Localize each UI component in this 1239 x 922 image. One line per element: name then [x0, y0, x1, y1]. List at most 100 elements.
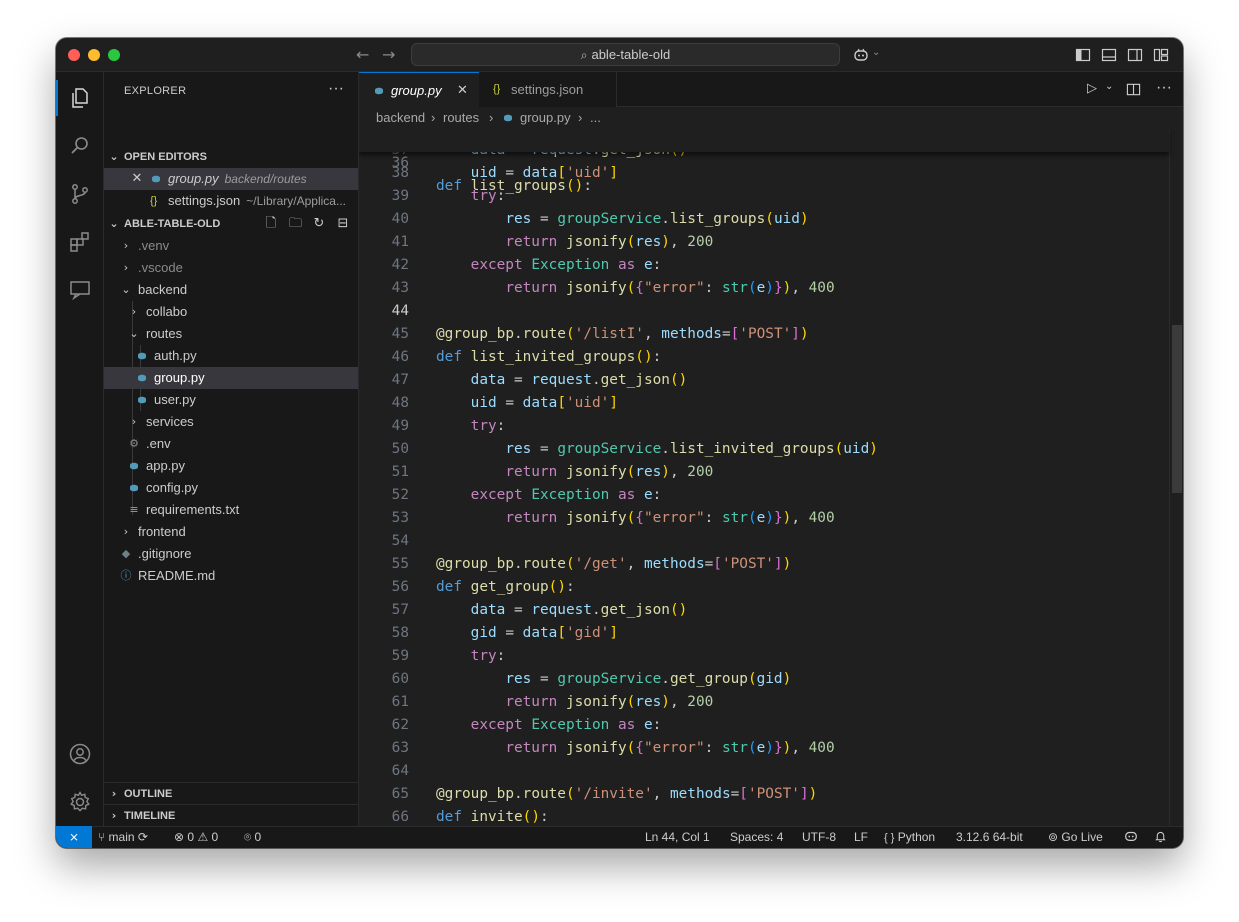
tree-item-gitignore[interactable]: ◆ .gitignore — [104, 543, 358, 565]
tree-item-group-py[interactable]: group.py — [104, 367, 358, 389]
indentation-status[interactable]: Spaces: 4 — [730, 827, 783, 848]
tree-item-collabo[interactable]: › collabo — [104, 301, 358, 323]
collapse-all-icon[interactable]: ⊟ — [337, 213, 349, 235]
code-line[interactable]: 55 @group_bp.route('/get', methods=['POST… — [359, 553, 1169, 576]
manage-gear-icon[interactable] — [68, 790, 92, 814]
branch-status[interactable]: ⑂ main ⟳ — [98, 827, 148, 848]
extensions-icon[interactable] — [68, 230, 92, 254]
tree-item-user-py[interactable]: user.py — [104, 389, 358, 411]
tree-item-readme-md[interactable]: ⓘ README.md — [104, 565, 358, 587]
code-line[interactable]: 47 data = request.get_json() — [359, 369, 1169, 392]
code-line[interactable]: 42 except Exception as e: — [359, 254, 1169, 277]
code-line[interactable]: 46 def list_invited_groups(): — [359, 346, 1169, 369]
tree-item-backend[interactable]: ⌄ backend — [104, 279, 358, 301]
customize-layout-icon[interactable] — [1153, 47, 1169, 63]
code-line[interactable]: 64 — [359, 760, 1169, 783]
code-line[interactable]: 66 def invite(): — [359, 806, 1169, 826]
code-line[interactable]: 48 uid = data['uid'] — [359, 392, 1169, 415]
code-line[interactable]: 65 @group_bp.route('/invite', methods=['P… — [359, 783, 1169, 806]
code-line[interactable]: 58 gid = data['gid'] — [359, 622, 1169, 645]
code-line[interactable]: 59 try: — [359, 645, 1169, 668]
new-file-icon[interactable]: 🗋 — [265, 213, 277, 235]
timeline-section-header[interactable]: › TIMELINE — [104, 804, 358, 827]
code-line[interactable]: 56 def get_group(): — [359, 576, 1169, 599]
tree-item-services[interactable]: › services — [104, 411, 358, 433]
code-line[interactable]: 54 — [359, 530, 1169, 553]
outline-section-header[interactable]: › OUTLINE — [104, 782, 358, 805]
tab-group-py[interactable]: group.py ✕ — [359, 72, 479, 107]
breadcrumb-symbol[interactable]: ... — [590, 107, 601, 129]
editor-more-actions-icon[interactable]: ··· — [1156, 79, 1172, 97]
sticky-scroll-line[interactable]: 36 def list_groups(): — [359, 129, 1169, 194]
tree-item-routes[interactable]: ⌄ routes — [104, 323, 358, 345]
remote-indicator-icon[interactable]: ⨯ — [56, 826, 92, 848]
tree-item-venv[interactable]: › .venv — [104, 235, 358, 257]
code-line[interactable]: 41 return jsonify(res), 200 — [359, 231, 1169, 254]
copilot-dropdown-chevron-icon[interactable]: ⌄ — [872, 47, 880, 58]
editor-vertical-scrollbar[interactable] — [1169, 129, 1183, 826]
code-line[interactable]: 52 except Exception as e: — [359, 484, 1169, 507]
breadcrumb-backend[interactable]: backend — [376, 107, 425, 129]
code-line[interactable]: 60 res = groupService.get_group(gid) — [359, 668, 1169, 691]
tab-settings-json[interactable]: {} settings.json — [479, 72, 617, 107]
tree-item-vscode[interactable]: › .vscode — [104, 257, 358, 279]
code-line[interactable]: 61 return jsonify(res), 200 — [359, 691, 1169, 714]
encoding-status[interactable]: UTF-8 — [802, 827, 836, 848]
code-line[interactable]: 50 res = groupService.list_invited_group… — [359, 438, 1169, 461]
code-line[interactable]: 57 data = request.get_json() — [359, 599, 1169, 622]
code-editor[interactable]: 36 def list_groups(): 37 data = request.… — [359, 129, 1183, 826]
command-center-search[interactable]: ⌕ able-table-old — [411, 43, 840, 66]
split-editor-icon[interactable] — [1126, 82, 1141, 97]
code-line[interactable]: 43 return jsonify({"error": str(e)}), 40… — [359, 277, 1169, 300]
more-actions-icon[interactable]: ··· — [328, 80, 344, 98]
minimize-window-button[interactable] — [88, 49, 100, 61]
code-line[interactable]: 49 try: — [359, 415, 1169, 438]
run-python-file-icon[interactable]: ▷ — [1087, 81, 1097, 96]
language-status[interactable]: { } Python — [884, 827, 935, 848]
open-editors-section-header[interactable]: ⌄ OPEN EDITORS — [104, 146, 358, 168]
project-section-header[interactable]: ⌄ ABLE-TABLE-OLD 🗋 🗀 ↻ ⊟ — [104, 213, 358, 235]
forward-arrow-icon[interactable]: → — [382, 45, 395, 64]
tree-item-config-py[interactable]: config.py — [104, 477, 358, 499]
scrollbar-thumb[interactable] — [1172, 325, 1182, 493]
eol-status[interactable]: LF — [854, 827, 868, 848]
code-line[interactable]: 44 — [359, 300, 1169, 323]
source-control-icon[interactable] — [68, 182, 92, 206]
ports-status[interactable]: ⌾ 0 — [244, 827, 261, 848]
tree-item-frontend[interactable]: › frontend — [104, 521, 358, 543]
cursor-position[interactable]: Ln 44, Col 1 — [645, 827, 710, 848]
accounts-icon[interactable] — [68, 742, 92, 766]
code-line[interactable]: 45 @group_bp.route('/listI', methods=['PO… — [359, 323, 1169, 346]
tree-item-app-py[interactable]: app.py — [104, 455, 358, 477]
close-editor-icon[interactable]: ✕ — [131, 168, 143, 190]
tree-item-requirements-txt[interactable]: ≡ requirements.txt — [104, 499, 358, 521]
notifications-bell-icon[interactable] — [1154, 827, 1167, 848]
code-line[interactable]: 40 res = groupService.list_groups(uid) — [359, 208, 1169, 231]
code-line[interactable]: 51 return jsonify(res), 200 — [359, 461, 1169, 484]
explorer-files-icon[interactable] — [68, 86, 92, 110]
problems-status[interactable]: ⊗ 0 ⚠ 0 — [174, 827, 218, 848]
remote-explorer-icon[interactable] — [68, 278, 92, 302]
code-line[interactable]: 63 return jsonify({"error": str(e)}), 40… — [359, 737, 1169, 760]
breadcrumb-routes[interactable]: routes — [443, 107, 479, 129]
code-line[interactable]: 62 except Exception as e: — [359, 714, 1169, 737]
toggle-secondary-sidebar-icon[interactable] — [1127, 47, 1143, 63]
run-dropdown-chevron-icon[interactable]: ⌄ — [1105, 81, 1113, 92]
refresh-icon[interactable]: ↻ — [313, 213, 325, 235]
toggle-primary-sidebar-icon[interactable] — [1075, 47, 1091, 63]
close-tab-icon[interactable]: ✕ — [457, 73, 468, 108]
copilot-status-icon[interactable] — [1124, 827, 1138, 848]
copilot-icon[interactable] — [853, 47, 869, 63]
breadcrumb-file[interactable]: group.py — [520, 107, 571, 129]
close-window-button[interactable] — [68, 49, 80, 61]
maximize-window-button[interactable] — [108, 49, 120, 61]
open-editor-item-settings-json[interactable]: {} settings.json ~/Library/Applica... — [104, 190, 358, 212]
go-live-status[interactable]: ⊚ Go Live — [1048, 827, 1103, 848]
tree-item-auth-py[interactable]: auth.py — [104, 345, 358, 367]
search-view-icon[interactable] — [68, 134, 92, 158]
interpreter-status[interactable]: 3.12.6 64-bit — [956, 827, 1023, 848]
code-line[interactable]: 53 return jsonify({"error": str(e)}), 40… — [359, 507, 1169, 530]
toggle-panel-icon[interactable] — [1101, 47, 1117, 63]
tree-item-env[interactable]: ⚙ .env — [104, 433, 358, 455]
back-arrow-icon[interactable]: ← — [356, 45, 369, 64]
